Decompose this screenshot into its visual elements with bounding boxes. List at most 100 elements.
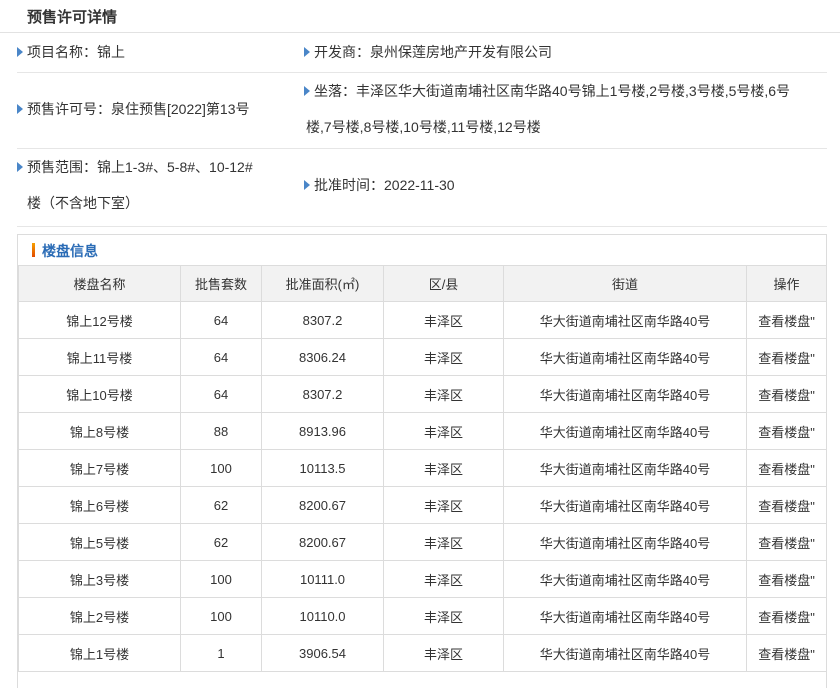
project-name-text: 项目名称：锦上 — [27, 44, 125, 60]
location-text-line2: 楼,7号楼,8号楼,10号楼,11号楼,12号楼 — [306, 119, 541, 135]
units-cell: 1 — [180, 634, 262, 672]
street-cell: 华大街道南埔社区南华路40号 — [503, 412, 747, 450]
info-row-permit: 预售许可号：泉住预售[2022]第13号 坐落：丰泽区华大街道南埔社区南华路40… — [17, 72, 827, 149]
street-cell: 华大街道南埔社区南华路40号 — [503, 449, 747, 487]
building-name-cell: 锦上10号楼 — [18, 375, 181, 413]
triangle-bullet-icon — [17, 162, 23, 173]
building-name-cell: 锦上11号楼 — [18, 338, 181, 376]
area-cell: 8200.67 — [261, 486, 384, 524]
units-cell: 64 — [180, 301, 262, 339]
district-cell: 丰泽区 — [383, 338, 504, 376]
district-cell: 丰泽区 — [383, 634, 504, 672]
units-cell: 88 — [180, 412, 262, 450]
page-title: 预售许可详情 — [27, 9, 118, 26]
district-cell: 丰泽区 — [383, 597, 504, 635]
district-cell: 丰泽区 — [383, 486, 504, 524]
scope-field: 预售范围：锦上1-3#、5-8#、10-12# — [17, 156, 253, 178]
view-building-link[interactable]: 查看楼盘" — [746, 375, 827, 413]
units-cell: 64 — [180, 338, 262, 376]
location-field: 坐落：丰泽区华大街道南埔社区南华路40号锦上1号楼,2号楼,3号楼,5号楼,6号 — [304, 80, 790, 102]
units-cell: 100 — [180, 597, 262, 635]
street-cell: 华大街道南埔社区南华路40号 — [503, 338, 747, 376]
building-name-cell: 锦上8号楼 — [18, 412, 181, 450]
area-cell: 10111.0 — [261, 560, 384, 598]
col-header-building-name: 楼盘名称 — [18, 265, 181, 302]
view-building-link[interactable]: 查看楼盘" — [746, 412, 827, 450]
district-cell: 丰泽区 — [383, 560, 504, 598]
table-row: 锦上2号楼 100 10110.0 丰泽区 华大街道南埔社区南华路40号 查看楼盘" — [18, 597, 827, 635]
table-row: 锦上3号楼 100 10111.0 丰泽区 华大街道南埔社区南华路40号 查看楼盘" — [18, 560, 827, 598]
building-name-cell: 锦上7号楼 — [18, 449, 181, 487]
location-text-line1: 坐落：丰泽区华大街道南埔社区南华路40号锦上1号楼,2号楼,3号楼,5号楼,6号 — [314, 83, 791, 99]
col-header-action: 操作 — [746, 265, 827, 302]
view-building-link[interactable]: 查看楼盘" — [746, 486, 827, 524]
triangle-bullet-icon — [304, 86, 310, 97]
scope-text-line1: 预售范围：锦上1-3#、5-8#、10-12# — [27, 159, 253, 175]
triangle-bullet-icon — [17, 104, 23, 115]
building-name-cell: 锦上12号楼 — [18, 301, 181, 339]
district-cell: 丰泽区 — [383, 523, 504, 561]
street-cell: 华大街道南埔社区南华路40号 — [503, 486, 747, 524]
units-cell: 62 — [180, 486, 262, 524]
street-cell: 华大街道南埔社区南华路40号 — [503, 375, 747, 413]
view-building-link[interactable]: 查看楼盘" — [746, 449, 827, 487]
district-cell: 丰泽区 — [383, 412, 504, 450]
area-cell: 8200.67 — [261, 523, 384, 561]
building-info-section: 楼盘信息 楼盘名称 批售套数 批准面积(㎡) 区/县 街道 操作 锦上12号楼 6… — [17, 234, 827, 688]
section-marker-icon — [32, 243, 35, 257]
building-table: 楼盘名称 批售套数 批准面积(㎡) 区/县 街道 操作 锦上12号楼 64 8307… — [18, 265, 827, 672]
developer-text: 开发商：泉州保莲房地产开发有限公司 — [314, 44, 552, 60]
table-row: 锦上5号楼 62 8200.67 丰泽区 华大街道南埔社区南华路40号 查看楼盘" — [18, 523, 827, 561]
area-cell: 8306.24 — [261, 338, 384, 376]
view-building-link[interactable]: 查看楼盘" — [746, 338, 827, 376]
approval-time-field: 批准时间：2022-11-30 — [304, 174, 455, 196]
col-header-district: 区/县 — [383, 265, 504, 302]
units-cell: 100 — [180, 449, 262, 487]
section-header: 楼盘信息 — [18, 235, 826, 265]
view-building-link[interactable]: 查看楼盘" — [746, 301, 827, 339]
table-row: 锦上6号楼 62 8200.67 丰泽区 华大街道南埔社区南华路40号 查看楼盘" — [18, 486, 827, 524]
table-body: 锦上12号楼 64 8307.2 丰泽区 华大街道南埔社区南华路40号 查看楼盘" 锦上11… — [18, 301, 827, 672]
info-row-scope: 预售范围：锦上1-3#、5-8#、10-12# 楼（不含地下室） 批准时间：20… — [17, 148, 827, 227]
view-building-link[interactable]: 查看楼盘" — [746, 634, 827, 672]
area-cell: 8307.2 — [261, 375, 384, 413]
street-cell: 华大街道南埔社区南华路40号 — [503, 634, 747, 672]
info-row-project: 项目名称：锦上 开发商：泉州保莲房地产开发有限公司 — [17, 32, 827, 73]
building-name-cell: 锦上1号楼 — [18, 634, 181, 672]
building-name-cell: 锦上2号楼 — [18, 597, 181, 635]
units-cell: 62 — [180, 523, 262, 561]
table-row: 锦上8号楼 88 8913.96 丰泽区 华大街道南埔社区南华路40号 查看楼盘" — [18, 412, 827, 450]
table-row: 锦上7号楼 100 10113.5 丰泽区 华大街道南埔社区南华路40号 查看楼盘" — [18, 449, 827, 487]
table-row: 锦上1号楼 1 3906.54 丰泽区 华大街道南埔社区南华路40号 查看楼盘" — [18, 634, 827, 672]
street-cell: 华大街道南埔社区南华路40号 — [503, 560, 747, 598]
table-row: 锦上12号楼 64 8307.2 丰泽区 华大街道南埔社区南华路40号 查看楼盘" — [18, 301, 827, 339]
permit-number-field: 预售许可号：泉住预售[2022]第13号 — [17, 98, 250, 120]
district-cell: 丰泽区 — [383, 449, 504, 487]
street-cell: 华大街道南埔社区南华路40号 — [503, 597, 747, 635]
col-header-street: 街道 — [503, 265, 747, 302]
view-building-link[interactable]: 查看楼盘" — [746, 597, 827, 635]
building-name-cell: 锦上5号楼 — [18, 523, 181, 561]
triangle-bullet-icon — [304, 47, 310, 58]
approval-time-text: 批准时间：2022-11-30 — [314, 177, 455, 193]
triangle-bullet-icon — [17, 47, 23, 58]
building-name-cell: 锦上6号楼 — [18, 486, 181, 524]
table-header-row: 楼盘名称 批售套数 批准面积(㎡) 区/县 街道 操作 — [18, 265, 827, 302]
permit-number-text: 预售许可号：泉住预售[2022]第13号 — [27, 101, 250, 117]
area-cell: 10113.5 — [261, 449, 384, 487]
district-cell: 丰泽区 — [383, 375, 504, 413]
scope-text-line2: 楼（不含地下室） — [27, 195, 139, 211]
view-building-link[interactable]: 查看楼盘" — [746, 523, 827, 561]
units-cell: 64 — [180, 375, 262, 413]
col-header-units: 批售套数 — [180, 265, 262, 302]
developer-field: 开发商：泉州保莲房地产开发有限公司 — [304, 41, 552, 63]
building-name-cell: 锦上3号楼 — [18, 560, 181, 598]
table-row: 锦上10号楼 64 8307.2 丰泽区 华大街道南埔社区南华路40号 查看楼盘" — [18, 375, 827, 413]
col-header-area: 批准面积(㎡) — [261, 265, 384, 302]
project-name-field: 项目名称：锦上 — [17, 41, 125, 63]
area-cell: 3906.54 — [261, 634, 384, 672]
district-cell: 丰泽区 — [383, 301, 504, 339]
view-building-link[interactable]: 查看楼盘" — [746, 560, 827, 598]
section-title: 楼盘信息 — [42, 243, 98, 259]
table-row: 锦上11号楼 64 8306.24 丰泽区 华大街道南埔社区南华路40号 查看楼盘" — [18, 338, 827, 376]
